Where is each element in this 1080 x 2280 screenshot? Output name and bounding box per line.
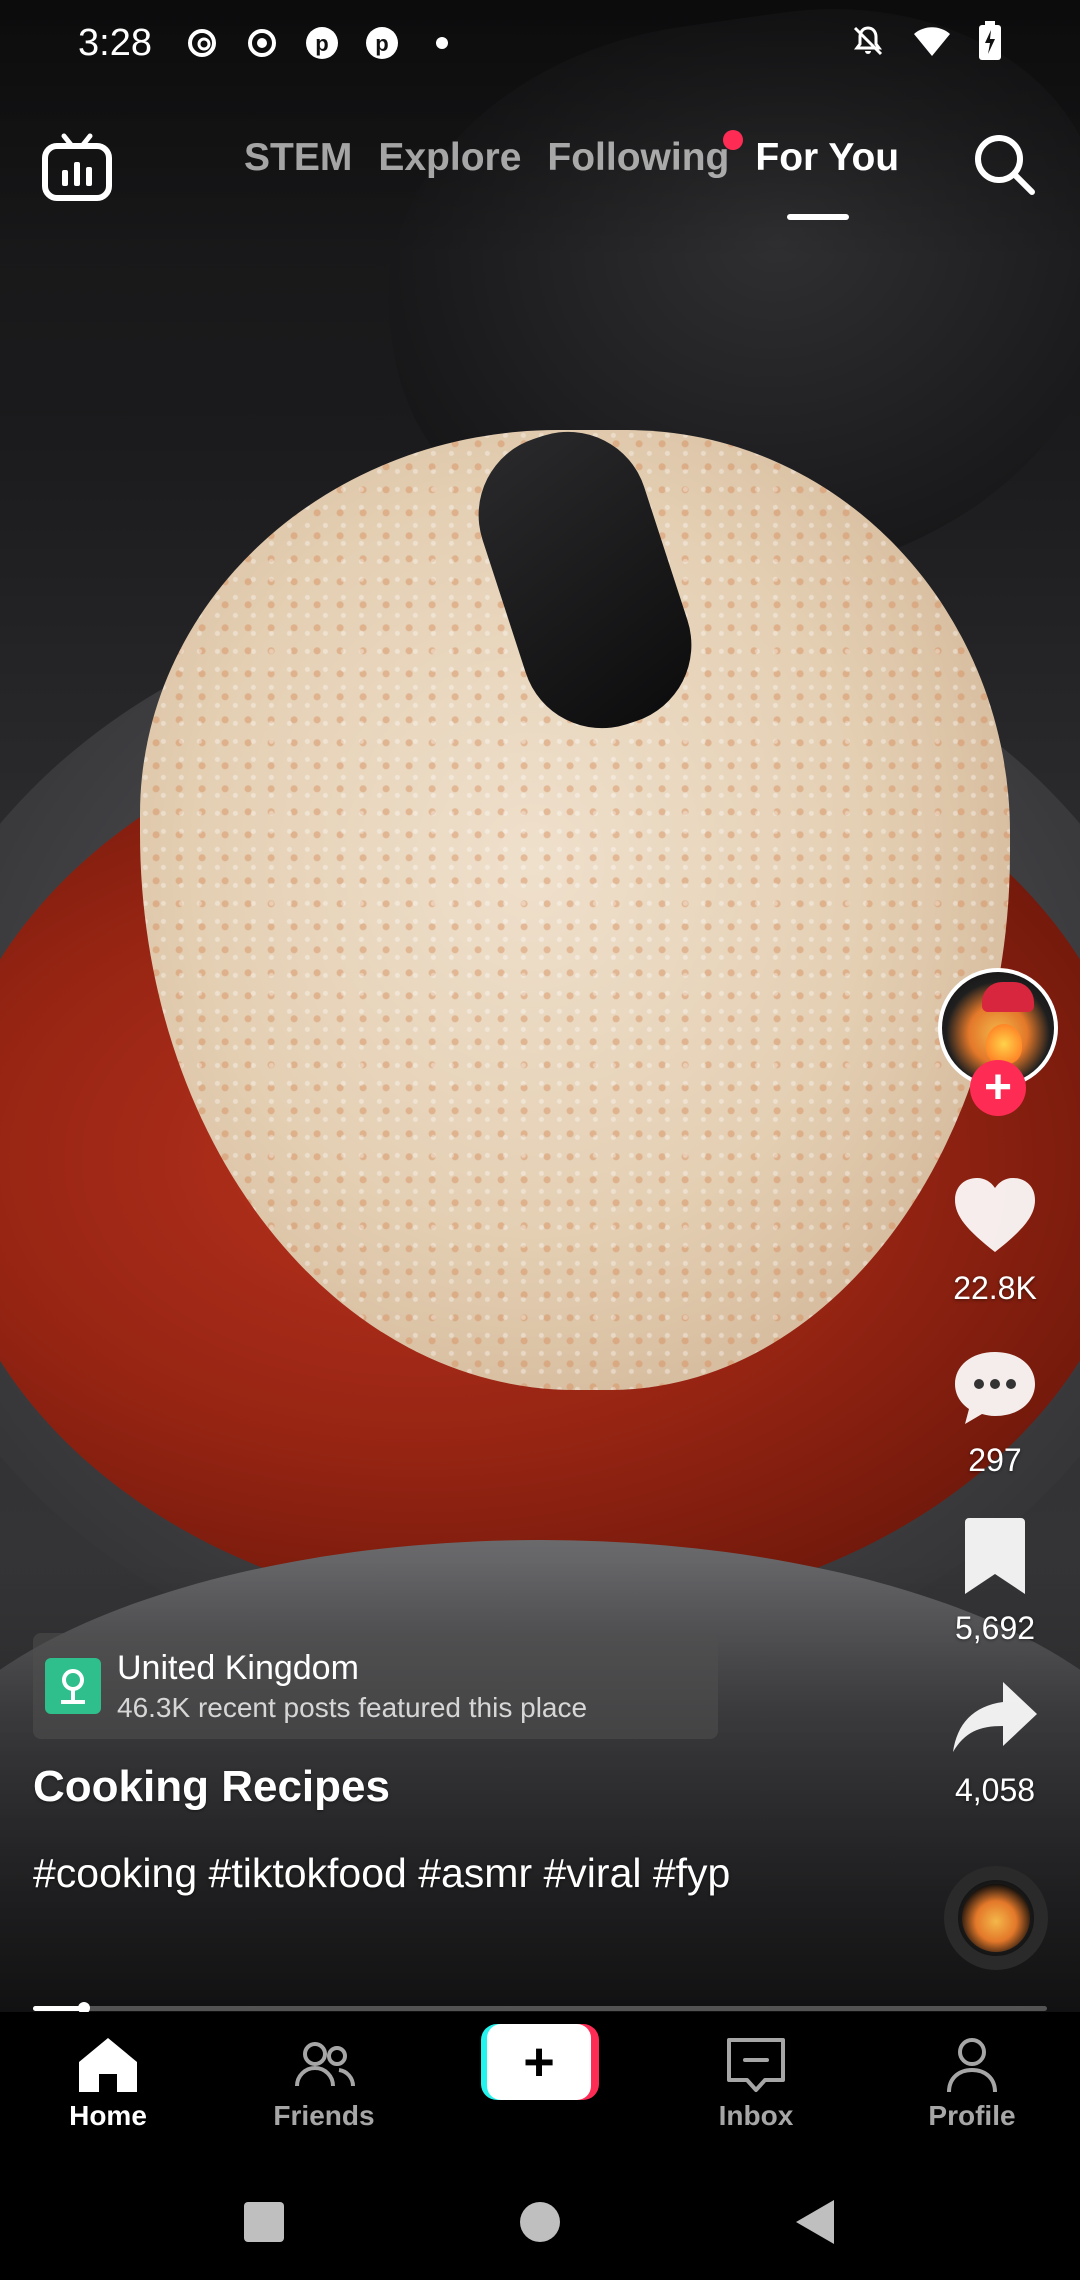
pinterest-icon: p — [362, 23, 402, 63]
profile-icon — [947, 2038, 997, 2093]
author-name[interactable]: Cooking Recipes — [33, 1762, 390, 1812]
music-disc[interactable] — [944, 1866, 1048, 1970]
nav-profile[interactable]: Profile — [892, 2030, 1052, 2132]
location-subtitle: 46.3K recent posts featured this place — [117, 1691, 588, 1723]
tab-explore[interactable]: Explore — [378, 136, 521, 180]
comment-count: 297 — [968, 1442, 1022, 1478]
system-navigation-bar — [0, 2162, 1080, 2280]
square-icon — [244, 2202, 284, 2242]
nav-inbox[interactable]: Inbox — [676, 2030, 836, 2132]
search-button[interactable] — [970, 130, 1038, 198]
progress-fill — [33, 2006, 84, 2011]
tab-following[interactable]: Following — [547, 130, 744, 180]
mute-icon — [850, 23, 886, 64]
record-icon — [242, 23, 282, 63]
circle-icon — [520, 2202, 560, 2242]
follow-button[interactable]: + — [970, 1060, 1026, 1116]
video-progress-bar[interactable] — [33, 2002, 1047, 2014]
comment-action[interactable]: 297 — [930, 1340, 1060, 1479]
recents-button[interactable] — [234, 2192, 294, 2252]
status-time: 3:28 — [78, 21, 152, 64]
share-count: 4,058 — [954, 1772, 1036, 1808]
active-tab-indicator — [787, 214, 850, 220]
nav-label: Inbox — [718, 2100, 794, 2131]
plus-icon: + — [487, 2024, 591, 2100]
threads-icon — [182, 23, 222, 63]
home-icon — [79, 2038, 137, 2092]
live-tv-button[interactable] — [40, 130, 114, 204]
nav-friends[interactable]: Friends — [244, 2030, 404, 2132]
tab-label: Explore — [378, 136, 522, 179]
like-action[interactable]: 22.8K — [930, 1168, 1060, 1307]
bottom-navigation: Home Friends + Inbox Profile — [0, 2012, 1080, 2162]
back-button[interactable] — [786, 2192, 846, 2252]
like-count: 22.8K — [953, 1270, 1037, 1306]
live-tv-icon — [42, 133, 112, 201]
top-navigation: STEM Explore Following For You — [0, 120, 1080, 230]
share-action[interactable]: 4,058 — [930, 1670, 1060, 1809]
nav-label: Home — [69, 2100, 147, 2131]
status-bar: 3:28 p p — [0, 0, 1080, 86]
tab-label: STEM — [244, 136, 353, 179]
bookmark-icon — [965, 1518, 1025, 1594]
search-icon — [975, 135, 1035, 195]
home-system-button[interactable] — [510, 2192, 570, 2252]
location-title: United Kingdom — [117, 1648, 359, 1687]
heart-icon — [955, 1178, 1035, 1252]
save-action[interactable]: 5,692 — [930, 1508, 1060, 1647]
nav-label: Profile — [928, 2100, 1016, 2131]
chef-hat-logo — [982, 982, 1034, 1012]
pinterest-icon: p — [302, 23, 342, 63]
location-tag[interactable]: United Kingdom 46.3K recent posts featur… — [33, 1633, 718, 1739]
battery-charging-icon — [978, 20, 1002, 66]
create-button[interactable]: + — [481, 2024, 599, 2100]
tab-label: For You — [755, 136, 900, 179]
tab-label: Following — [547, 136, 730, 179]
post-caption[interactable]: #cooking #tiktokfood #asmr #viral #fyp — [33, 1842, 773, 1904]
nav-label: Friends — [273, 2100, 375, 2131]
svg-text:p: p — [375, 31, 388, 56]
comment-icon — [955, 1352, 1035, 1424]
location-pin-icon — [45, 1658, 101, 1714]
tab-stem[interactable]: STEM — [244, 136, 352, 180]
nav-home[interactable]: Home — [28, 2030, 188, 2132]
save-count: 5,692 — [954, 1610, 1036, 1646]
feed-tabs: STEM Explore Following For You — [244, 130, 900, 220]
notification-dot — [723, 130, 744, 150]
sound-avatar — [962, 1884, 1030, 1952]
inbox-icon — [727, 2038, 785, 2092]
share-icon — [953, 1682, 1037, 1752]
friends-icon — [295, 2042, 355, 2087]
back-triangle-icon — [796, 2200, 834, 2244]
tab-for-you[interactable]: For You — [755, 136, 900, 220]
wifi-icon — [912, 24, 952, 63]
flame-logo — [986, 1024, 1022, 1064]
svg-text:p: p — [315, 31, 328, 56]
dot-icon — [422, 23, 462, 63]
